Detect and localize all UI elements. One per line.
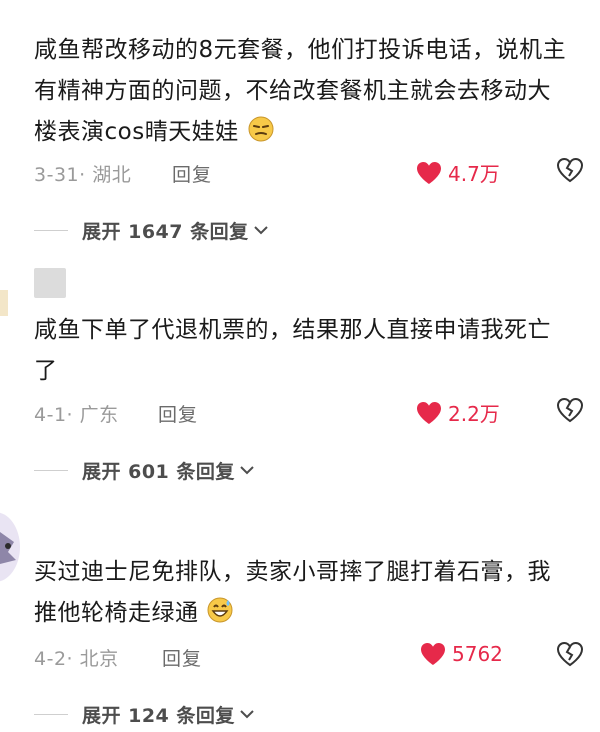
broken-heart-icon[interactable] xyxy=(556,156,584,184)
chevron-down-icon xyxy=(240,710,254,719)
comment-date-location: 3-31· 湖北 xyxy=(34,164,132,186)
broken-heart-icon[interactable] xyxy=(556,396,584,424)
reply-button[interactable]: 回复 xyxy=(162,644,202,671)
comment-date-location: 4-1· 广东 xyxy=(34,404,119,426)
avatar-edge xyxy=(0,290,8,316)
comment-meta: 4-1· 广东 回复 2.2万 xyxy=(34,396,594,428)
reply-button[interactable]: 回复 xyxy=(158,400,198,427)
broken-heart-icon[interactable] xyxy=(556,640,584,668)
expand-replies[interactable]: 展开 601 条回复 xyxy=(34,456,255,484)
smirk-face-emoji xyxy=(248,116,274,142)
heart-icon xyxy=(421,643,445,665)
like-count: 4.7万 xyxy=(448,162,500,186)
expand-replies-label: 展开 124 条回复 xyxy=(82,704,235,727)
comment-text: 买过迪士尼免排队，卖家小哥摔了腿打着石膏，我推他轮椅走绿通 xyxy=(34,559,551,626)
expand-replies-label: 展开 1647 条回复 xyxy=(82,220,249,243)
like-count: 5762 xyxy=(452,642,503,666)
grin-sweat-emoji xyxy=(207,597,233,623)
divider-line xyxy=(34,713,68,715)
like-button[interactable]: 5762 xyxy=(420,642,503,666)
like-button[interactable]: 2.2万 xyxy=(416,398,500,427)
divider-line xyxy=(34,229,68,231)
comment-text: 咸鱼帮改移动的8元套餐，他们打投诉电话，说机主有精神方面的问题，不给改套餐机主就… xyxy=(34,37,567,145)
comment-date-location: 4-2· 北京 xyxy=(34,648,119,670)
comment-text: 咸鱼下单了代退机票的，结果那人直接申请我死亡了 xyxy=(34,317,551,384)
comment-meta: 3-31· 湖北 回复 4.7万 xyxy=(34,156,594,188)
chevron-down-icon xyxy=(240,466,254,475)
expand-replies[interactable]: 展开 1647 条回复 xyxy=(34,216,269,244)
comment-meta: 4-2· 北京 回复 5762 xyxy=(34,640,594,672)
heart-icon xyxy=(417,401,441,424)
expand-replies[interactable]: 展开 124 条回复 xyxy=(34,700,255,728)
like-button[interactable]: 4.7万 xyxy=(416,158,500,187)
chevron-down-icon xyxy=(253,226,268,235)
expand-replies-label: 展开 601 条回复 xyxy=(82,460,235,483)
divider-line xyxy=(34,469,68,471)
like-count: 2.2万 xyxy=(448,402,500,426)
reply-button[interactable]: 回复 xyxy=(172,160,212,187)
avatar[interactable] xyxy=(34,268,66,298)
avatar-image xyxy=(0,532,16,564)
avatar[interactable] xyxy=(0,512,20,582)
heart-icon xyxy=(417,161,441,184)
